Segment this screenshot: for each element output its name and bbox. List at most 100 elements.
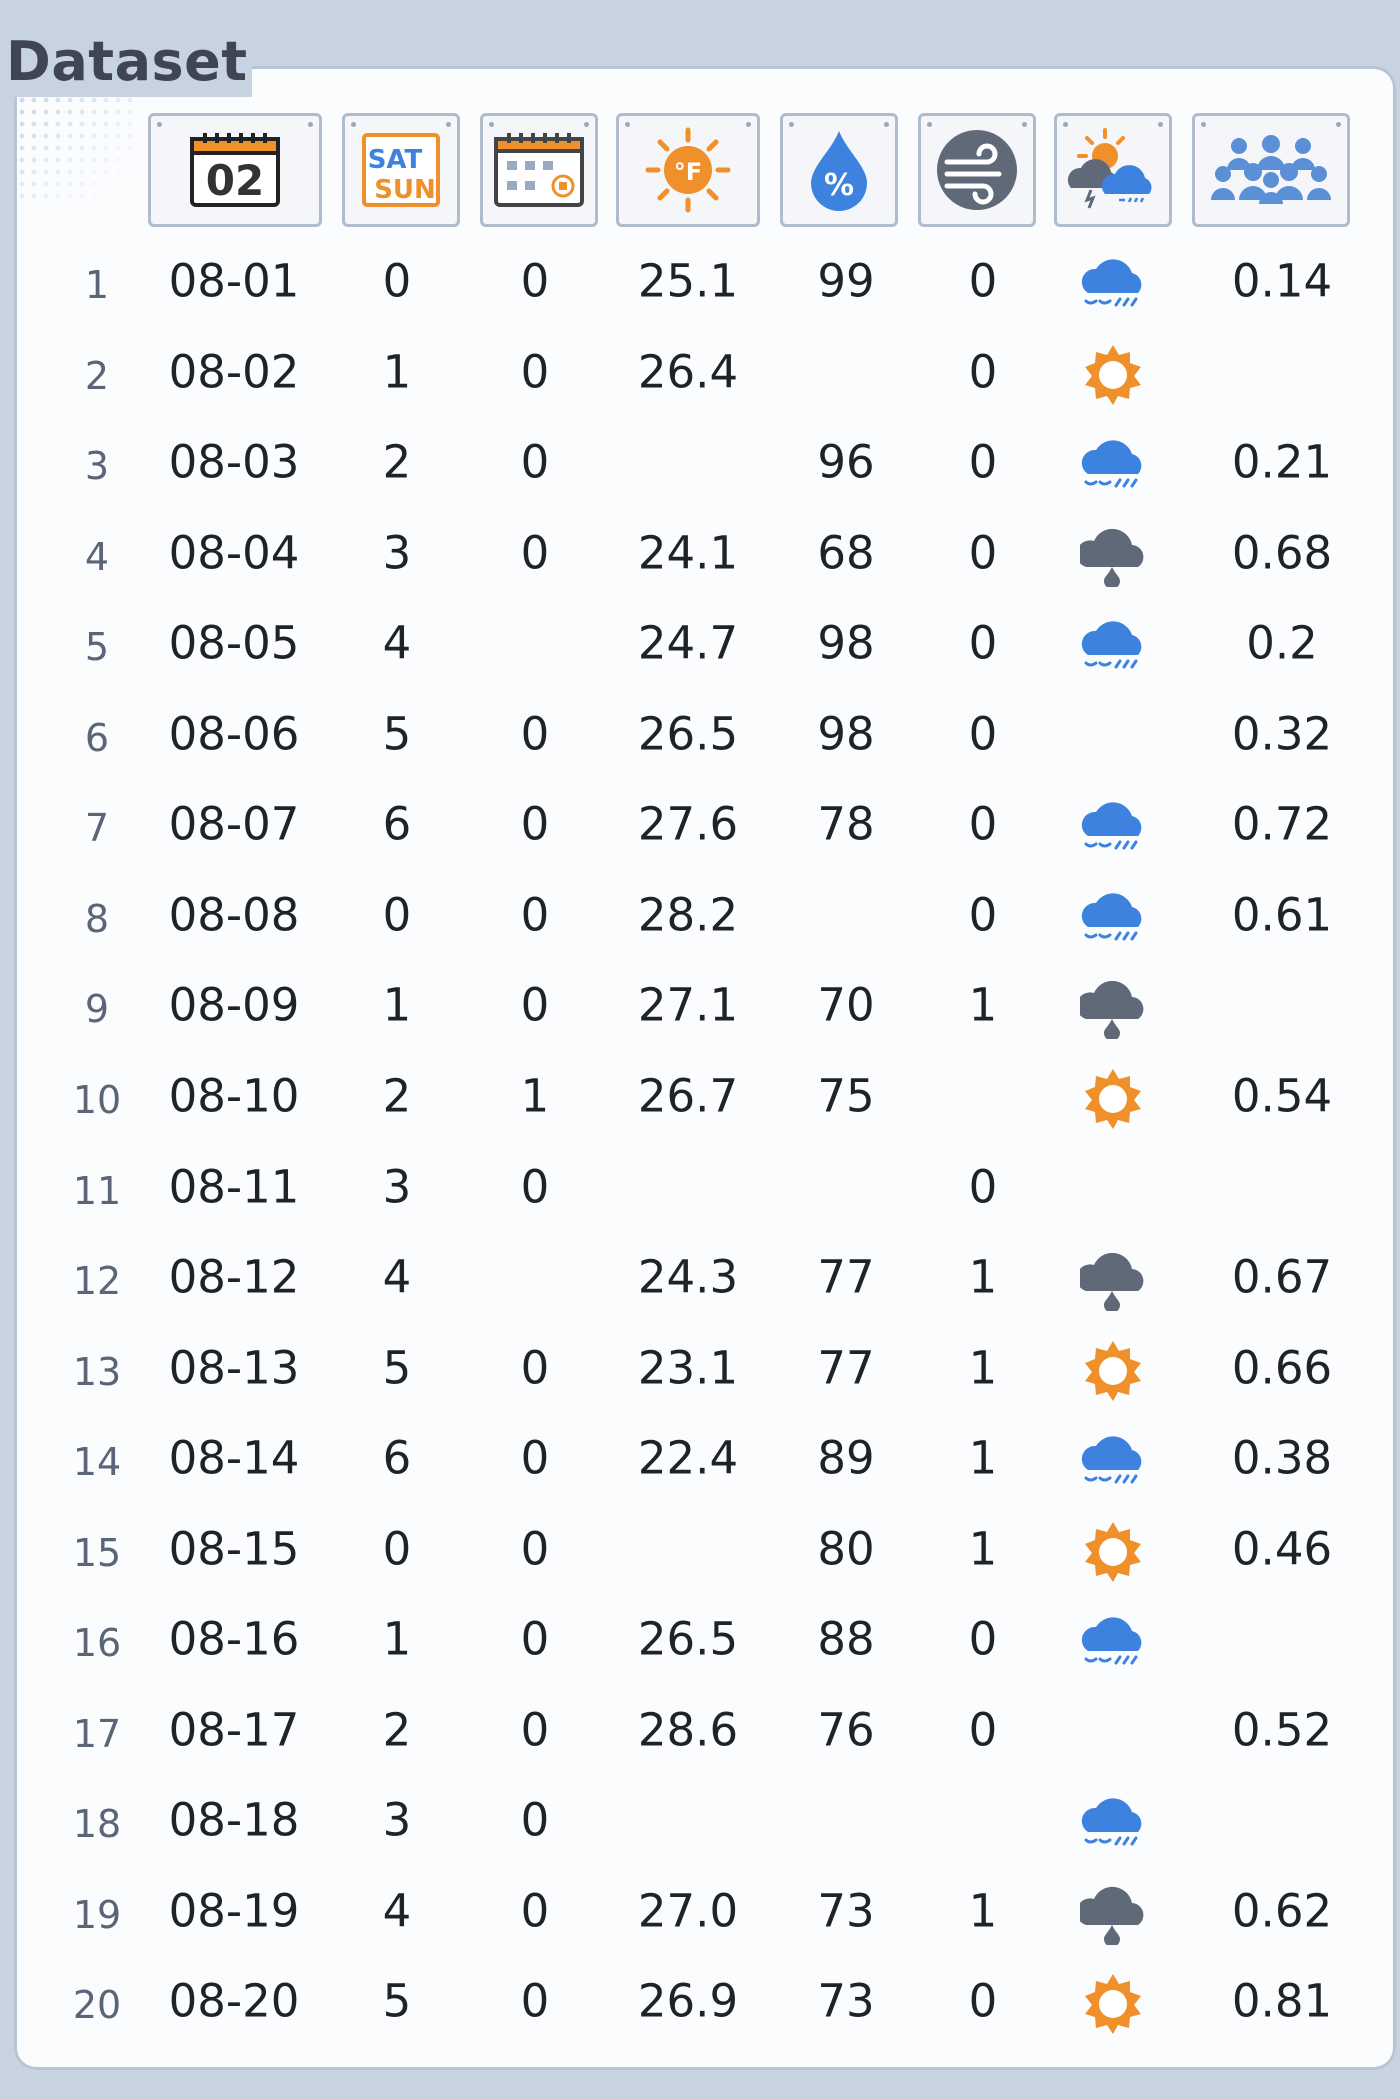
cell-holiday: 0 (520, 1522, 550, 1576)
cell-weekday: 6 (382, 797, 412, 851)
cell-humidity: 77 (817, 1250, 875, 1304)
row-number: 17 (72, 1711, 122, 1756)
cell-date: 08-19 (168, 1884, 300, 1938)
cell-date: 08-04 (168, 526, 300, 580)
header-windy (918, 113, 1036, 227)
row-number: 12 (72, 1259, 122, 1304)
cell-holiday: 0 (520, 526, 550, 580)
cell-humidity: 98 (817, 707, 875, 761)
cell-temperature: 26.9 (637, 1974, 739, 2028)
cell-date: 08-20 (168, 1974, 300, 2028)
cell-holiday: 0 (520, 1793, 550, 1847)
svg-text:SAT: SAT (368, 145, 423, 175)
cell-temperature: 24.7 (637, 616, 739, 670)
row-number: 1 (84, 263, 110, 307)
weather-icon (1067, 128, 1152, 209)
cell-holiday: 0 (520, 797, 550, 851)
cell-windy: 0 (968, 1974, 998, 2028)
cell-crowd: 0.61 (1231, 888, 1333, 942)
cell-windy: 0 (968, 345, 998, 399)
cell-date: 08-14 (168, 1431, 300, 1485)
cell-weekday: 5 (382, 1974, 412, 2028)
cell-temperature: 24.3 (637, 1250, 739, 1304)
header-weekday: SAT SUN (342, 113, 460, 227)
row-number: 16 (72, 1621, 122, 1666)
crowd-people-icon (1211, 135, 1331, 204)
header-crowd (1192, 113, 1350, 227)
cell-crowd: 0.72 (1231, 797, 1333, 851)
cell-crowd: 0.32 (1231, 707, 1333, 761)
cell-weekday: 0 (382, 1522, 412, 1576)
cell-date: 08-03 (168, 435, 300, 489)
cell-crowd: 0.21 (1231, 435, 1333, 489)
cell-humidity: 99 (817, 254, 875, 308)
calendar-date-icon: 02 (190, 133, 280, 207)
row-number: 18 (72, 1802, 122, 1847)
storm-weather-icon (1076, 975, 1146, 1043)
cell-humidity: 76 (817, 1703, 875, 1757)
cell-holiday: 0 (520, 254, 550, 308)
cell-windy: 0 (968, 1160, 998, 1213)
cell-humidity: 98 (817, 616, 875, 670)
cell-windy: 0 (968, 797, 998, 851)
sunny-weather-icon (1082, 343, 1144, 409)
cell-weekday: 0 (382, 254, 412, 308)
row-number: 10 (72, 1077, 122, 1122)
cell-windy: 0 (968, 1703, 998, 1757)
wind-icon (937, 130, 1017, 210)
cell-crowd: 0.67 (1231, 1250, 1333, 1304)
cell-date: 08-11 (168, 1160, 300, 1213)
cell-temperature: 27.1 (637, 978, 739, 1032)
sunny-weather-icon (1082, 1520, 1144, 1586)
cell-crowd: 0.46 (1231, 1522, 1333, 1576)
row-number: 15 (72, 1530, 122, 1575)
cell-holiday: 0 (520, 1341, 550, 1395)
cell-date: 08-07 (168, 797, 300, 851)
cell-weekday: 2 (382, 1703, 412, 1757)
cell-windy: 1 (968, 1431, 998, 1485)
cell-weekday: 1 (382, 345, 412, 399)
cell-humidity: 80 (817, 1522, 875, 1576)
humidity-drop-icon: % (811, 131, 867, 211)
svg-text:°F: °F (674, 158, 702, 186)
cell-temperature: 25.1 (637, 254, 739, 308)
cell-humidity: 88 (817, 1612, 875, 1666)
cell-crowd: 0.52 (1231, 1703, 1333, 1757)
cell-windy: 1 (968, 978, 998, 1032)
rain-weather-icon (1080, 796, 1146, 860)
header-holiday (480, 113, 598, 227)
rain-weather-icon (1080, 1792, 1146, 1856)
cell-temperature: 24.1 (637, 526, 739, 580)
cell-crowd: 0.38 (1231, 1431, 1333, 1485)
cell-humidity: 89 (817, 1431, 875, 1485)
cell-humidity: 78 (817, 797, 875, 851)
cell-date: 08-02 (168, 345, 300, 399)
cell-holiday: 0 (520, 345, 550, 399)
cell-crowd: 0.14 (1231, 254, 1333, 308)
cell-weekday: 5 (382, 1341, 412, 1395)
cell-weekday: 4 (382, 1250, 412, 1304)
rain-weather-icon (1080, 434, 1146, 498)
row-number: 13 (72, 1349, 122, 1394)
cell-windy: 0 (968, 254, 998, 308)
svg-text:02: 02 (206, 156, 264, 205)
cell-temperature: 22.4 (637, 1431, 739, 1485)
cell-date: 08-17 (168, 1703, 300, 1757)
cell-temperature: 26.5 (637, 707, 739, 761)
cell-humidity: 75 (817, 1069, 875, 1123)
cell-windy: 0 (968, 616, 998, 670)
cell-weekday: 2 (382, 1069, 412, 1123)
cell-crowd: 0.68 (1231, 526, 1333, 580)
cell-date: 08-13 (168, 1341, 300, 1395)
calendar-holiday-icon (494, 133, 584, 207)
header-temperature: °F (616, 113, 760, 227)
cell-crowd: 0.62 (1231, 1884, 1333, 1938)
cell-weekday: 1 (382, 1612, 412, 1666)
storm-weather-icon (1076, 1881, 1146, 1949)
cell-holiday: 1 (520, 1069, 550, 1123)
cell-humidity: 73 (817, 1884, 875, 1938)
row-number: 2 (84, 353, 110, 398)
cell-holiday: 0 (520, 888, 550, 942)
page-title: Dataset (6, 30, 252, 97)
row-number: 5 (84, 625, 110, 670)
